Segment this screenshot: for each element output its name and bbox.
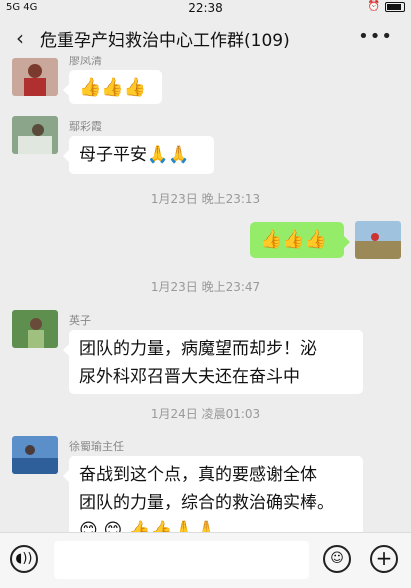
avatar[interactable] <box>12 436 58 474</box>
sender-name: 徐蜀瑜主任 <box>69 440 124 453</box>
message-emoji-line: 😊 😊 👍👍🙏🙏 <box>79 520 218 532</box>
timestamp: 1月23日 晚上23:13 <box>150 192 261 206</box>
emoji-icon[interactable]: ☺ <box>323 545 351 573</box>
message-bubble[interactable]: 👍👍👍 <box>63 70 162 104</box>
message-line: 团队的力量，病魔望而却步！泌 <box>79 339 317 359</box>
more-icon[interactable]: ••• <box>358 26 393 47</box>
avatar[interactable] <box>12 58 58 96</box>
message-bubble[interactable]: 👍👍👍 <box>250 222 350 258</box>
sender-name: 廖凤清 <box>69 56 102 67</box>
message-content: 👍👍👍 <box>79 77 147 98</box>
avatar[interactable] <box>12 310 58 348</box>
voice-icon[interactable]: ◖)) <box>10 545 38 573</box>
timestamp: 1月23日 晚上23:47 <box>150 280 261 294</box>
input-bar: ◖)) ☺ + <box>0 532 411 588</box>
message-line: 奋战到这个点，真的要感谢全体 <box>79 465 317 485</box>
message-content: 母子平安🙏🙏 <box>79 145 190 165</box>
chat-title: 危重孕产妇救治中心工作群(109) <box>40 30 290 51</box>
chat-header: ‹ 危重孕产妇救治中心工作群(109) ••• <box>0 16 411 60</box>
message-list[interactable]: 廖凤清 👍👍👍 鄢彩霞 母子平安🙏🙏 1月23日 晚上23:13 👍👍👍 1月2… <box>0 56 411 532</box>
status-icons: ⏰ <box>368 1 405 12</box>
message-line: 团队的力量，综合的救治确实棒。 <box>79 493 334 513</box>
status-bar: 5G 4G 22:38 ⏰ <box>0 0 411 16</box>
status-time: 22:38 <box>188 1 223 15</box>
chevron-left-icon[interactable]: ‹ <box>0 26 40 50</box>
alarm-icon: ⏰ <box>367 1 380 12</box>
plus-icon[interactable]: + <box>370 545 398 573</box>
message-bubble[interactable]: 团队的力量，病魔望而却步！泌 尿外科邓召晋大夫还在奋斗中 <box>63 330 363 394</box>
message-input[interactable] <box>54 541 309 579</box>
message-bubble[interactable]: 奋战到这个点，真的要感谢全体 团队的力量，综合的救治确实棒。 😊 😊 👍👍🙏🙏 <box>63 456 363 532</box>
message-bubble[interactable]: 母子平安🙏🙏 <box>63 136 214 174</box>
sender-name: 鄢彩霞 <box>69 120 102 133</box>
battery-icon <box>385 1 405 12</box>
avatar[interactable] <box>355 221 401 259</box>
message-line: 尿外科邓召晋大夫还在奋斗中 <box>79 367 300 387</box>
timestamp: 1月24日 凌晨01:03 <box>150 407 261 421</box>
avatar[interactable] <box>12 116 58 154</box>
sender-name: 英子 <box>69 314 91 327</box>
message-content: 👍👍👍 <box>260 229 328 250</box>
